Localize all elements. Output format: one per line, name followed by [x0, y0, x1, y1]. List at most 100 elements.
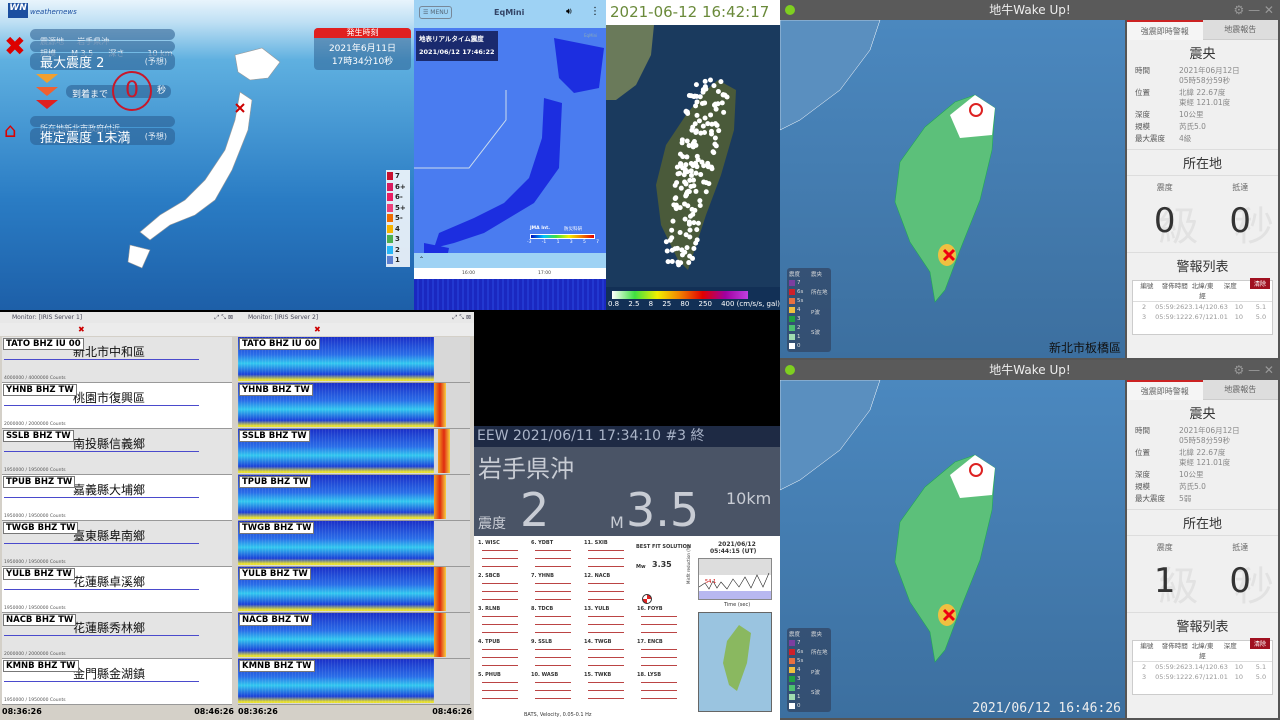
legend-level: 5s [789, 656, 829, 665]
status-dot-icon [785, 5, 795, 15]
station-row[interactable]: 嘉義縣大埔鄉 1950000 / 1950000 Counts TPUB BHZ T… [2, 475, 232, 521]
station-row[interactable]: 南投縣信義鄉 1950000 / 1950000 Counts SSLB BHZ T… [2, 429, 232, 475]
table-row[interactable]: 2 05:59:26 23.14/120.63 10 5.1 [1133, 662, 1272, 672]
station-marker [712, 135, 718, 141]
waveform-trace [482, 665, 518, 666]
station-code: NACB BHZ TW [3, 614, 77, 626]
station-marker [694, 227, 700, 233]
window-controls-icon[interactable]: ⚙ — ✕ [1234, 0, 1274, 20]
location-map [698, 612, 772, 712]
station-code: KMNB BHZ TW [3, 660, 79, 672]
station-marker [680, 165, 686, 171]
column-header: 北緯/東經 [1191, 282, 1214, 300]
waveform-trace [482, 616, 518, 617]
colorbar-tick: 8 [648, 300, 654, 308]
legend-swatch [789, 657, 795, 664]
station-marker [663, 239, 669, 245]
station-marker [679, 247, 685, 253]
legend-level-label: 3 [797, 675, 801, 682]
bats-station-label: 18. LYSB [637, 672, 662, 678]
estimated-intensity: 推定震度 1未満 [40, 131, 131, 146]
table-row[interactable]: 3 05:59:12 22.67/121.01 10 5.0 [1133, 672, 1272, 682]
station-row[interactable]: YHNB BHZ TW [238, 383, 470, 429]
legend-level: 3 [789, 314, 829, 323]
clear-button[interactable]: 清除 [1249, 638, 1270, 649]
more-vert-icon[interactable]: ⋮ [590, 6, 600, 17]
menu-button[interactable]: ☰ MENU [419, 6, 453, 19]
bats-station-label: 3. RLNB [478, 606, 501, 612]
mw-value: 3.35 [652, 560, 672, 569]
legend-level: 7 [789, 638, 829, 647]
station-row[interactable]: YULB BHZ TW [238, 567, 470, 613]
station-row[interactable]: TPUB BHZ TW [238, 475, 470, 521]
location-values: 震度級 0 抵達秒 0 [1127, 175, 1278, 253]
station-row[interactable]: 金門縣金湖鎮 1950000 / 1950000 Counts KMNB BHZ T… [2, 659, 232, 705]
table-row[interactable]: 2 05:59:26 23.14/120.63 10 5.1 [1133, 302, 1272, 312]
x-axis-label: Time (sec) [724, 602, 751, 608]
beachball-icon [642, 594, 652, 604]
table-cell: 2 [1141, 663, 1147, 671]
spectrogram-event [438, 429, 450, 473]
station-row[interactable]: 花蓮縣卓溪鄉 1950000 / 1950000 Counts YULB BHZ T… [2, 567, 232, 613]
close-icon[interactable]: ✖ [78, 325, 85, 334]
waveform-trace [588, 698, 624, 699]
window-controls-icon[interactable]: ⤢ ⤡ ⊠ [453, 312, 471, 323]
close-icon[interactable]: ✖ [314, 325, 321, 334]
table-row[interactable]: 3 05:59:12 22.67/121.01 10 5.0 [1133, 312, 1272, 322]
scale-swatch [387, 224, 393, 233]
eew-header: EEW 2021/06/11 17:34:10 #3 終 [474, 426, 780, 447]
info-key: 時間 [1135, 426, 1150, 435]
window-controls-icon[interactable]: ⤢ ⤡ ⊠ [215, 312, 233, 323]
station-row[interactable]: KMNB BHZ TW [238, 659, 470, 705]
info-value: 2021年06月12日 05時58分59秒 [1179, 66, 1240, 85]
legend-level: 2 [789, 323, 829, 332]
station-marker [672, 246, 678, 252]
table-cell: 10 [1234, 663, 1243, 671]
waveform-trace [482, 624, 518, 625]
station-row[interactable]: 新北市中和區 4000000 / 4000000 Counts TATO BHZ I… [2, 337, 232, 383]
tab-earthquake-report[interactable]: 地震報告 [1202, 380, 1278, 400]
station-row[interactable]: 桃園市復興區 2000000 / 2000000 Counts YHNB BHZ T… [2, 383, 232, 429]
waveform-trace [535, 624, 571, 625]
overlay-title: 地表リアルタイム震度 [419, 35, 484, 43]
clear-button[interactable]: 清除 [1249, 278, 1270, 289]
legend-epicenter-label: 震央 [811, 632, 823, 638]
station-row[interactable]: NACB BHZ TW [238, 613, 470, 659]
window-controls-icon[interactable]: ⚙ — ✕ [1234, 360, 1274, 380]
table-cell: 3 [1141, 673, 1147, 681]
waveform-trace [535, 649, 571, 650]
waveform-trace [535, 682, 571, 683]
station-marker [721, 109, 727, 115]
speaker-icon[interactable]: 🔊︎ [566, 7, 572, 17]
tab-eew[interactable]: 強震即時警報 [1127, 20, 1203, 40]
table-cell: 10 [1234, 313, 1243, 321]
station-marker [682, 179, 688, 185]
arrow-down-icon [36, 87, 58, 96]
station-marker [703, 189, 709, 195]
info-key: 規模 [1135, 122, 1150, 131]
table-cell: 3 [1141, 313, 1147, 321]
tab-earthquake-report[interactable]: 地震報告 [1202, 20, 1278, 40]
station-marker [708, 128, 714, 134]
station-row[interactable]: 花蓮縣秀林鄉 2000000 / 2000000 Counts NACB BHZ T… [2, 613, 232, 659]
tab-eew[interactable]: 強震即時警報 [1127, 380, 1203, 400]
station-marker [688, 172, 694, 178]
station-row[interactable]: TWGB BHZ TW [238, 521, 470, 567]
station-marker [691, 183, 697, 189]
colorbar-tick: 0.8 [608, 300, 620, 308]
station-marker [709, 166, 715, 172]
station-row[interactable]: 臺東縣卑南鄉 1950000 / 1950000 Counts TWGB BHZ T… [2, 521, 232, 567]
station-marker [719, 100, 725, 106]
station-row[interactable]: TATO BHZ IU 00 [238, 337, 470, 383]
table-cell: 23.14/120.63 [1184, 303, 1228, 311]
station-place: 臺東縣卑南鄉 [73, 529, 146, 543]
window-title: 地牛Wake Up! [989, 363, 1071, 377]
legend-level: 0 [789, 341, 829, 350]
waveform-trace [535, 616, 571, 617]
expand-button[interactable]: ⌃ [414, 253, 606, 268]
station-code: SSLB BHZ TW [3, 430, 74, 442]
waveform-trace [641, 657, 677, 658]
scale-level: 7 [387, 171, 409, 182]
station-row[interactable]: SSLB BHZ TW [238, 429, 470, 475]
legend-level: 2 [789, 683, 829, 692]
